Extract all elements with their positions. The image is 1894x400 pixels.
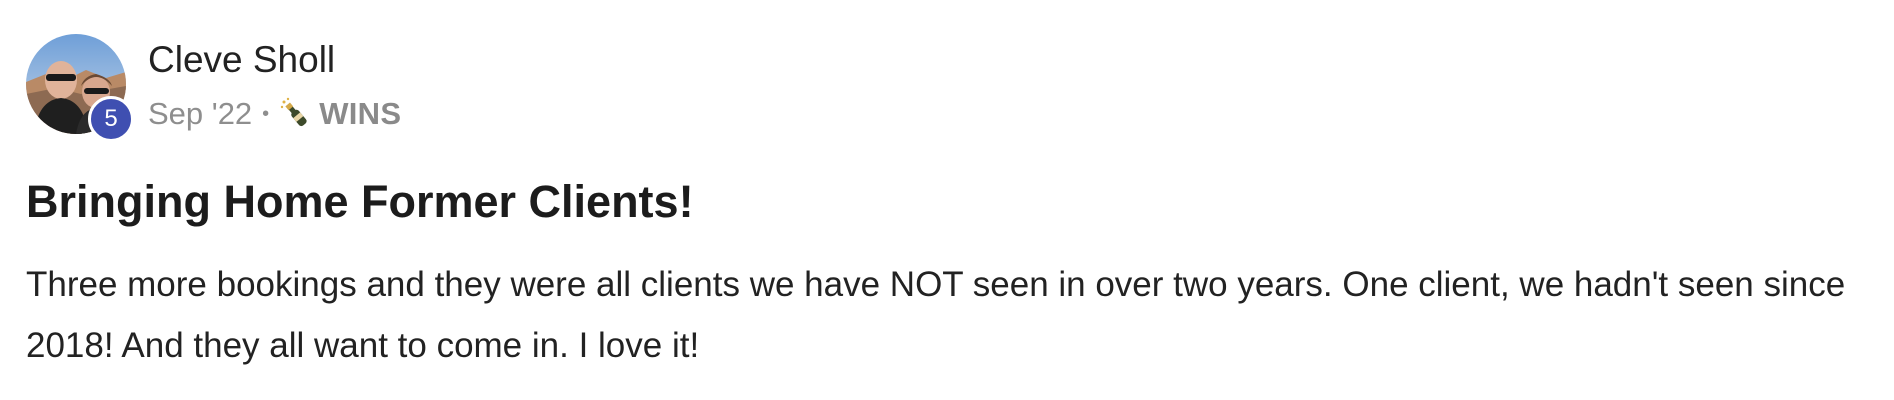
author-name[interactable]: Cleve Sholl (148, 38, 335, 82)
post-header: 5 Cleve Sholl Sep '22 • WINS (26, 34, 1866, 144)
post-meta: Sep '22 • WINS (148, 94, 401, 134)
meta-separator: • (262, 102, 270, 125)
category-label[interactable]: WINS (319, 96, 401, 132)
post-body: Three more bookings and they were all cl… (26, 265, 1846, 365)
level-badge: 5 (88, 96, 134, 142)
post-title[interactable]: Bringing Home Former Clients! (26, 174, 694, 230)
post-date[interactable]: Sep '22 (148, 96, 252, 132)
level-number: 5 (104, 105, 118, 132)
avatar[interactable]: 5 (26, 34, 134, 142)
post-card: 5 Cleve Sholl Sep '22 • WINS Bringing Ho… (26, 34, 1866, 365)
champagne-bottle-icon (280, 97, 307, 127)
